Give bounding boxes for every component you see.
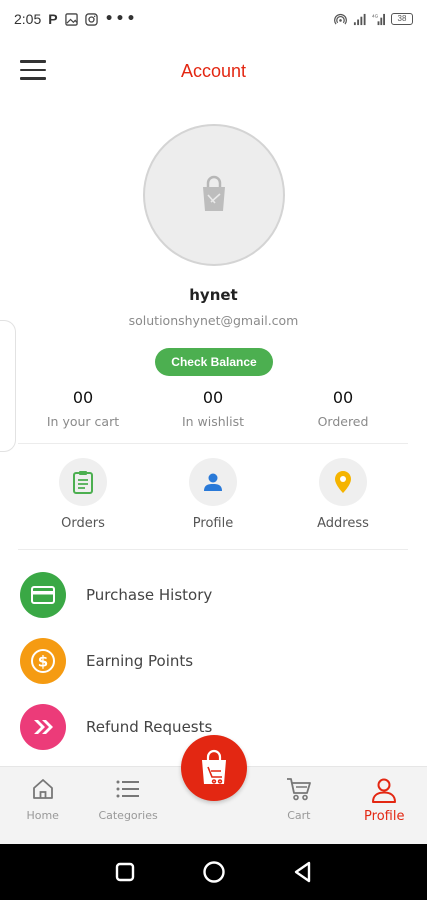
nav-home-label: Home xyxy=(26,809,59,822)
stat-cart[interactable]: 00 In your cart xyxy=(18,388,148,443)
menu-earning-points-circle: $ xyxy=(20,638,66,684)
instagram-icon xyxy=(84,12,98,26)
home-circle-icon xyxy=(202,861,225,883)
person-icon xyxy=(204,473,222,491)
gallery-icon xyxy=(64,12,78,26)
battery-icon: 38 xyxy=(391,13,413,25)
location-pin-icon xyxy=(335,471,351,493)
quick-link-profile[interactable]: Profile xyxy=(148,458,278,549)
app-header: Account xyxy=(0,50,427,94)
menu-earning-points[interactable]: $ Earning Points xyxy=(20,628,410,694)
status-time: 2:05 xyxy=(14,11,42,27)
nav-categories-label: Categories xyxy=(98,809,158,822)
credit-card-icon xyxy=(31,586,55,604)
home-system-button[interactable] xyxy=(199,857,229,887)
stat-cart-value: 00 xyxy=(72,388,94,407)
home-icon xyxy=(32,779,53,799)
recents-button[interactable] xyxy=(110,857,140,887)
account-stats: 00 In your cart 00 In wishlist 00 Ordere… xyxy=(18,388,408,444)
quick-link-profile-label: Profile xyxy=(192,516,234,531)
cart-icon xyxy=(286,778,311,801)
back-triangle-icon xyxy=(294,861,310,883)
clipboard-icon xyxy=(73,471,93,494)
quick-link-address-label: Address xyxy=(317,516,369,531)
menu-earning-points-label: Earning Points xyxy=(86,652,194,670)
back-button[interactable] xyxy=(288,857,318,887)
status-p-label: P xyxy=(48,11,58,27)
signal-4g-icon: 4G xyxy=(372,13,385,25)
dollar-coin-icon: $ xyxy=(31,649,55,673)
stat-cart-label: In your cart xyxy=(46,414,120,429)
drawer-edge-handle[interactable] xyxy=(0,320,16,452)
user-email: solutionshynet@gmail.com xyxy=(128,313,299,328)
list-icon xyxy=(116,780,140,798)
quick-link-orders[interactable]: Orders xyxy=(18,458,148,549)
avatar[interactable] xyxy=(143,124,285,266)
quick-link-profile-circle xyxy=(189,458,237,506)
system-nav-bar xyxy=(0,844,427,900)
menu-purchase-history[interactable]: Purchase History xyxy=(20,562,410,628)
shop-fab-button[interactable] xyxy=(181,735,247,801)
quick-link-orders-label: Orders xyxy=(61,516,105,531)
status-left: 2:05 P ••• xyxy=(14,11,137,27)
quick-link-address-circle xyxy=(319,458,367,506)
stat-ordered[interactable]: 00 Ordered xyxy=(278,388,408,443)
nav-profile[interactable]: Profile xyxy=(342,767,427,844)
nav-home[interactable]: Home xyxy=(0,767,85,844)
stat-wishlist-label: In wishlist xyxy=(181,414,245,429)
quick-link-orders-circle xyxy=(59,458,107,506)
hotspot-icon xyxy=(334,13,347,25)
menu-purchase-history-label: Purchase History xyxy=(86,586,213,604)
stat-ordered-label: Ordered xyxy=(317,414,369,429)
nav-categories[interactable]: Categories xyxy=(85,767,170,844)
menu-purchase-history-circle xyxy=(20,572,66,618)
recents-square-icon xyxy=(115,862,134,882)
more-notifications-icon: ••• xyxy=(104,11,138,27)
nav-cart-label: Cart xyxy=(287,809,311,822)
stat-ordered-value: 00 xyxy=(332,388,354,407)
quick-links: Orders Profile Address xyxy=(18,458,408,550)
nav-profile-label: Profile xyxy=(364,809,405,824)
nav-cart[interactable]: Cart xyxy=(256,767,341,844)
status-bar: 2:05 P ••• 4G 38 xyxy=(0,0,427,38)
page-title: Account xyxy=(180,61,247,81)
svg-text:$: $ xyxy=(38,653,48,671)
menu-refund-requests-circle xyxy=(20,704,66,750)
shopping-bag-icon xyxy=(202,749,226,784)
quick-link-address[interactable]: Address xyxy=(278,458,408,549)
signal-icon xyxy=(353,13,366,25)
user-name: hynet xyxy=(189,286,238,304)
user-icon xyxy=(372,778,397,803)
account-menu-list: Purchase History $ Earning Points Refund… xyxy=(20,562,410,760)
check-balance-button[interactable]: Check Balance xyxy=(155,348,273,376)
menu-refund-requests-label: Refund Requests xyxy=(86,718,213,736)
shopping-bag-placeholder-icon xyxy=(203,175,225,211)
stat-wishlist[interactable]: 00 In wishlist xyxy=(148,388,278,443)
double-chevron-right-icon xyxy=(34,720,53,734)
stat-wishlist-value: 00 xyxy=(202,388,224,407)
svg-text:4G: 4G xyxy=(372,13,379,18)
status-right: 4G 38 xyxy=(334,13,413,26)
